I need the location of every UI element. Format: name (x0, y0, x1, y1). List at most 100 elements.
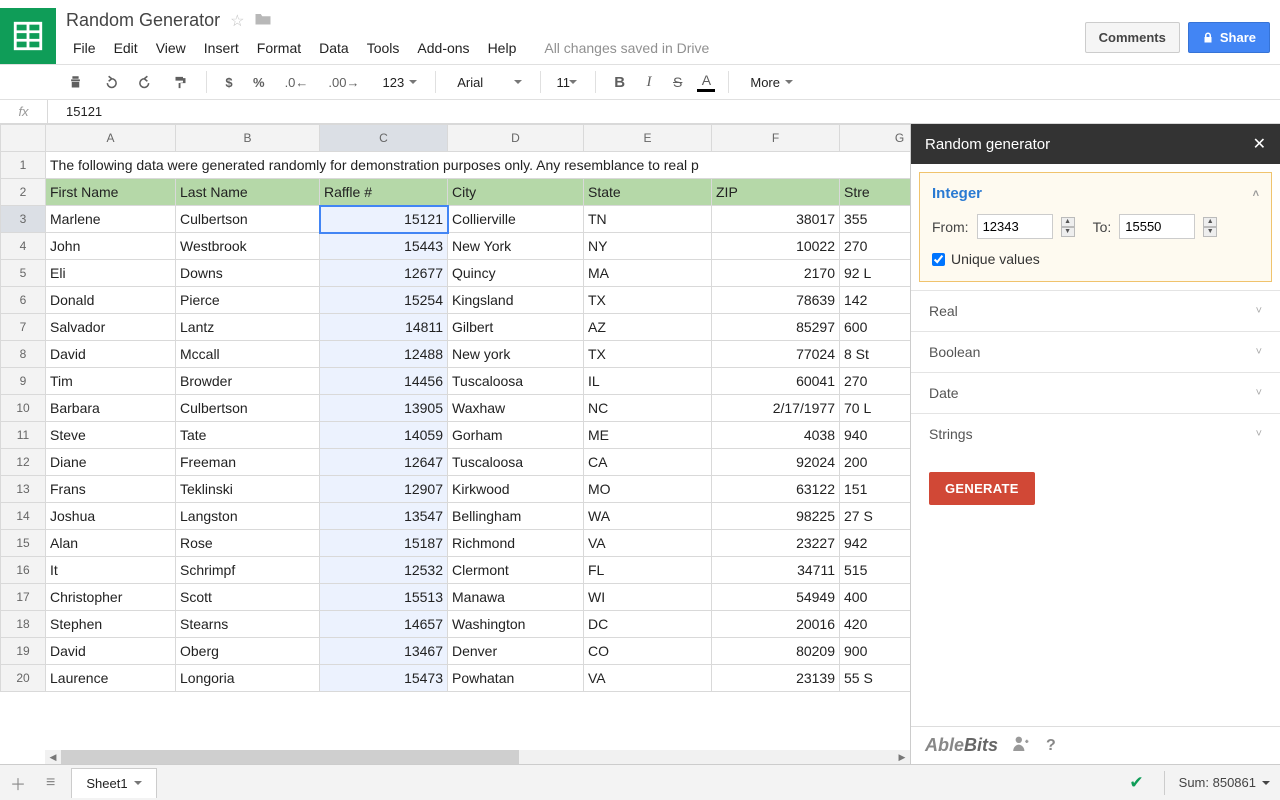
cell[interactable]: 12488 (320, 341, 448, 368)
cell[interactable]: CO (584, 638, 712, 665)
cell[interactable]: AZ (584, 314, 712, 341)
to-input[interactable] (1119, 214, 1195, 239)
number-format-dropdown[interactable]: 123 (373, 72, 423, 93)
cell[interactable]: 77024 (712, 341, 840, 368)
cell[interactable]: 15443 (320, 233, 448, 260)
cell[interactable]: 14657 (320, 611, 448, 638)
cell[interactable]: 20016 (712, 611, 840, 638)
cell[interactable]: 270 (840, 368, 911, 395)
cell[interactable]: 420 (840, 611, 911, 638)
cell[interactable]: Gilbert (448, 314, 584, 341)
spreadsheet-grid[interactable]: A B C D E F G 1The following data were g… (0, 124, 910, 764)
cell[interactable]: Powhatan (448, 665, 584, 692)
cell[interactable]: MO (584, 476, 712, 503)
redo-icon[interactable] (132, 72, 159, 93)
cell[interactable]: Tuscaloosa (448, 449, 584, 476)
cell[interactable]: 15187 (320, 530, 448, 557)
cell[interactable]: 4038 (712, 422, 840, 449)
all-sheets-icon[interactable]: ≡ (36, 768, 65, 798)
row-header[interactable]: 3 (1, 206, 46, 233)
strike-icon[interactable]: S (667, 71, 688, 93)
cell[interactable]: 900 (840, 638, 911, 665)
cell[interactable]: Richmond (448, 530, 584, 557)
cell[interactable]: Pierce (176, 287, 320, 314)
cell[interactable]: 13547 (320, 503, 448, 530)
document-title[interactable]: Random Generator (66, 10, 220, 31)
cell[interactable]: 63122 (712, 476, 840, 503)
row-header[interactable]: 11 (1, 422, 46, 449)
cell[interactable]: 15513 (320, 584, 448, 611)
cell[interactable]: 13467 (320, 638, 448, 665)
cell[interactable]: David (46, 638, 176, 665)
cell[interactable]: CA (584, 449, 712, 476)
row-header[interactable]: 15 (1, 530, 46, 557)
cell[interactable]: Kingsland (448, 287, 584, 314)
cell[interactable]: 23139 (712, 665, 840, 692)
close-icon[interactable]: ✕ (1253, 134, 1266, 154)
comments-button[interactable]: Comments (1085, 22, 1180, 53)
cell[interactable]: City (448, 179, 584, 206)
cell[interactable]: 2170 (712, 260, 840, 287)
cell[interactable]: Salvador (46, 314, 176, 341)
cell[interactable]: 2/17/1977 (712, 395, 840, 422)
cell[interactable]: Barbara (46, 395, 176, 422)
cell[interactable]: 14456 (320, 368, 448, 395)
cell[interactable]: Scott (176, 584, 320, 611)
cell[interactable]: 60041 (712, 368, 840, 395)
text-color-icon[interactable]: A (696, 69, 716, 95)
row-header[interactable]: 13 (1, 476, 46, 503)
cell[interactable]: ZIP (712, 179, 840, 206)
row-header[interactable]: 7 (1, 314, 46, 341)
cell[interactable]: David (46, 341, 176, 368)
cell[interactable]: The following data were generated random… (46, 152, 911, 179)
decrease-decimal-icon[interactable]: .0← (279, 72, 315, 93)
star-icon[interactable]: ☆ (230, 11, 244, 31)
row-header[interactable]: 17 (1, 584, 46, 611)
folder-icon[interactable] (254, 11, 272, 31)
cell[interactable]: Culbertson (176, 395, 320, 422)
generate-button[interactable]: GENERATE (929, 472, 1035, 505)
cell[interactable]: Laurence (46, 665, 176, 692)
cell[interactable]: Culbertson (176, 206, 320, 233)
cell[interactable]: 12532 (320, 557, 448, 584)
cell[interactable]: Tuscaloosa (448, 368, 584, 395)
row-header[interactable]: 10 (1, 395, 46, 422)
team-icon[interactable] (1012, 735, 1032, 756)
cell[interactable]: Last Name (176, 179, 320, 206)
col-header-a[interactable]: A (46, 125, 176, 152)
cell[interactable]: Tate (176, 422, 320, 449)
cell[interactable]: New York (448, 233, 584, 260)
cell[interactable]: TN (584, 206, 712, 233)
section-real[interactable]: Real˅ (911, 290, 1280, 331)
cell[interactable]: IL (584, 368, 712, 395)
font-family-dropdown[interactable]: Arial (448, 72, 528, 93)
undo-icon[interactable] (97, 72, 124, 93)
currency-icon[interactable]: $ (219, 72, 239, 93)
cell[interactable]: 38017 (712, 206, 840, 233)
cell[interactable]: Donald (46, 287, 176, 314)
italic-icon[interactable]: I (639, 71, 659, 94)
cell[interactable]: Tim (46, 368, 176, 395)
cell[interactable]: 600 (840, 314, 911, 341)
col-header-f[interactable]: F (712, 125, 840, 152)
cell[interactable]: 98225 (712, 503, 840, 530)
col-header-e[interactable]: E (584, 125, 712, 152)
col-header-g[interactable]: G (840, 125, 911, 152)
cell[interactable]: Lantz (176, 314, 320, 341)
row-header[interactable]: 9 (1, 368, 46, 395)
cell[interactable]: TX (584, 341, 712, 368)
cell[interactable]: Schrimpf (176, 557, 320, 584)
row-header[interactable]: 4 (1, 233, 46, 260)
menu-insert[interactable]: Insert (197, 37, 246, 59)
cell[interactable]: VA (584, 665, 712, 692)
cell[interactable]: Joshua (46, 503, 176, 530)
cell[interactable]: Longoria (176, 665, 320, 692)
cell[interactable]: Gorham (448, 422, 584, 449)
cell[interactable]: VA (584, 530, 712, 557)
bold-icon[interactable]: B (608, 71, 631, 94)
menu-edit[interactable]: Edit (107, 37, 145, 59)
row-header[interactable]: 14 (1, 503, 46, 530)
cell[interactable]: 15473 (320, 665, 448, 692)
cell[interactable]: FL (584, 557, 712, 584)
cell[interactable]: 55 S (840, 665, 911, 692)
